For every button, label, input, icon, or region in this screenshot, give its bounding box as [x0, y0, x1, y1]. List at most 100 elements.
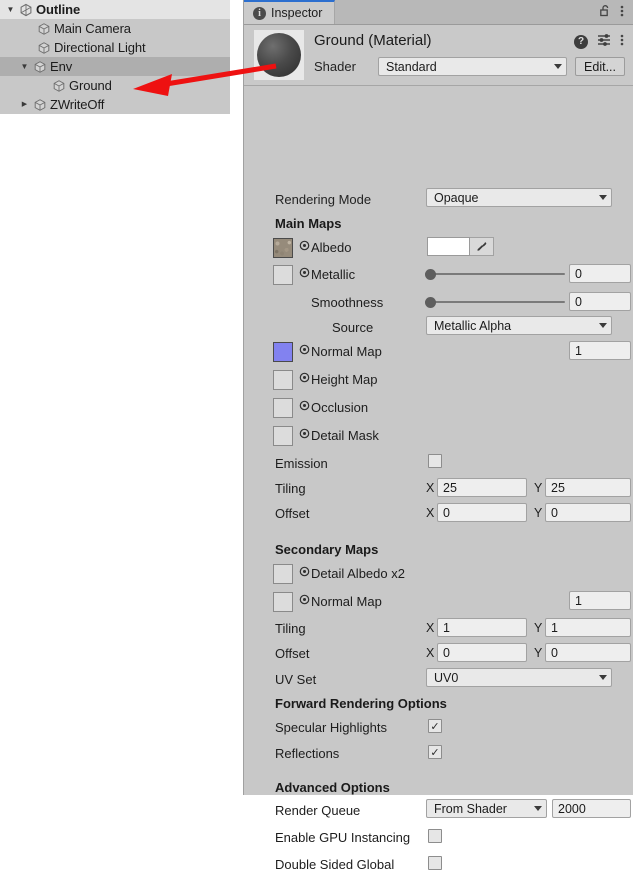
chevron-down-icon: [534, 806, 542, 811]
render-queue-value-field[interactable]: 2000: [552, 799, 631, 818]
collapse-arrow-icon[interactable]: ▶: [18, 101, 31, 108]
tree-row-label: ZWriteOff: [50, 97, 105, 112]
secondary-tiling-x-value: 1: [443, 620, 450, 635]
tree-row-label: Main Camera: [54, 21, 131, 36]
tree-row-directional-light[interactable]: ▶ Directional Light: [0, 38, 230, 57]
expand-arrow-placeholder: ▶: [22, 44, 35, 52]
main-tiling-x-field[interactable]: 25: [437, 478, 527, 497]
double-sided-checkbox[interactable]: [428, 856, 442, 870]
target-picker-icon[interactable]: [298, 428, 310, 439]
detail-albedo-texture-slot[interactable]: [273, 564, 293, 584]
secondary-normal-map-value-field[interactable]: 1: [569, 591, 631, 610]
shader-edit-label: Edit...: [584, 59, 616, 74]
target-picker-icon[interactable]: [298, 267, 310, 278]
specular-highlights-checkbox[interactable]: ✓: [428, 719, 442, 733]
tab-inspector[interactable]: i Inspector: [244, 0, 336, 24]
albedo-color-swatch[interactable]: [427, 237, 470, 256]
detail-mask-label: Detail Mask: [311, 428, 379, 443]
main-tiling-y-field[interactable]: 25: [545, 478, 631, 497]
albedo-texture-slot[interactable]: [273, 238, 293, 258]
render-queue-mode: From Shader: [434, 801, 507, 816]
main-tiling-y-value: 25: [551, 480, 565, 495]
tree-row-label: Env: [50, 59, 73, 74]
normal-map-value-field[interactable]: 1: [569, 341, 631, 360]
shader-label: Shader: [314, 59, 356, 74]
main-offset-y-field[interactable]: 0: [545, 503, 631, 522]
double-sided-label: Double Sided Global: [275, 857, 395, 872]
slider-track: [425, 301, 565, 303]
tiling-y-letter: Y: [534, 621, 543, 635]
secondary-maps-heading: Secondary Maps: [275, 542, 379, 557]
tabbar-spacer: [335, 0, 600, 24]
secondary-offset-x-field[interactable]: 0: [437, 643, 527, 662]
source-dropdown[interactable]: Metallic Alpha: [426, 316, 612, 335]
gpu-instancing-checkbox[interactable]: [428, 829, 442, 843]
detail-mask-texture-slot[interactable]: [273, 426, 293, 446]
secondary-tiling-x-field[interactable]: 1: [437, 618, 527, 637]
normal-map-value: 1: [575, 343, 582, 358]
shader-dropdown[interactable]: Standard: [378, 57, 568, 76]
metallic-slider[interactable]: [425, 267, 565, 281]
tree-row-ground[interactable]: ▶ Ground: [0, 76, 230, 95]
help-icon[interactable]: ?: [574, 34, 588, 49]
render-queue-dropdown[interactable]: From Shader: [426, 799, 547, 818]
detail-albedo-label: Detail Albedo x2: [311, 566, 405, 581]
secondary-offset-label: Offset: [275, 646, 310, 661]
secondary-offset-y-field[interactable]: 0: [545, 643, 631, 662]
tree-row-main-camera[interactable]: ▶ Main Camera: [0, 19, 230, 38]
emission-label: Emission: [275, 456, 328, 471]
shader-edit-button[interactable]: Edit...: [575, 57, 625, 76]
reflections-label: Reflections: [275, 746, 340, 761]
height-map-label: Height Map: [311, 372, 378, 387]
target-picker-icon[interactable]: [298, 372, 310, 383]
outline-tree: ▼ Outline ▶ Main Camera ▶ Directional Li…: [0, 0, 230, 114]
secondary-normal-map-value: 1: [575, 593, 582, 608]
gameobject-cube-icon: [35, 40, 52, 56]
tree-row-label: Ground: [69, 78, 112, 93]
advanced-options-heading: Advanced Options: [275, 780, 390, 795]
metallic-texture-slot[interactable]: [273, 265, 293, 285]
tree-row-env[interactable]: ▼ Env: [0, 57, 230, 76]
target-picker-icon[interactable]: [298, 566, 310, 577]
chevron-down-icon: [599, 323, 607, 328]
smoothness-value-field[interactable]: 0: [569, 292, 631, 311]
eyedropper-icon[interactable]: [470, 237, 494, 256]
tabbar-actions: [600, 0, 633, 24]
slider-handle[interactable]: [425, 296, 436, 308]
kebab-menu-icon[interactable]: [620, 4, 624, 21]
emission-checkbox[interactable]: [428, 454, 442, 468]
tree-row-zwriteoff[interactable]: ▶ ZWriteOff: [0, 95, 230, 114]
normal-map-texture-slot[interactable]: [273, 342, 293, 362]
expand-arrow-icon[interactable]: ▼: [4, 5, 17, 14]
target-picker-icon[interactable]: [298, 594, 310, 605]
header-action-icons: ?: [574, 33, 624, 50]
material-sphere-preview: [254, 30, 304, 80]
metallic-value: 0: [575, 266, 582, 281]
gameobject-cube-icon: [31, 59, 48, 75]
expand-arrow-icon[interactable]: ▼: [18, 62, 31, 71]
occlusion-texture-slot[interactable]: [273, 398, 293, 418]
target-picker-icon[interactable]: [298, 344, 310, 355]
reflections-checkbox[interactable]: ✓: [428, 745, 442, 759]
secondary-tiling-y-field[interactable]: 1: [545, 618, 631, 637]
slider-handle[interactable]: [425, 268, 436, 280]
forward-rendering-heading: Forward Rendering Options: [275, 696, 447, 711]
lock-open-icon[interactable]: [600, 4, 611, 20]
metallic-value-field[interactable]: 0: [569, 264, 631, 283]
expand-arrow-placeholder: ▶: [22, 25, 35, 33]
rendering-mode-dropdown[interactable]: Opaque: [426, 188, 612, 207]
rendering-mode-label: Rendering Mode: [275, 192, 372, 207]
target-picker-icon[interactable]: [298, 240, 310, 251]
secondary-normal-map-texture-slot[interactable]: [273, 592, 293, 612]
height-map-texture-slot[interactable]: [273, 370, 293, 390]
preset-sliders-icon[interactable]: [597, 33, 611, 50]
secondary-offset-y-value: 0: [551, 645, 558, 660]
uv-set-value: UV0: [434, 670, 459, 685]
smoothness-slider[interactable]: [425, 295, 565, 309]
uv-set-dropdown[interactable]: UV0: [426, 668, 612, 687]
tree-row-outline[interactable]: ▼ Outline: [0, 0, 230, 19]
kebab-menu-icon[interactable]: [620, 33, 624, 50]
main-offset-x-field[interactable]: 0: [437, 503, 527, 522]
target-picker-icon[interactable]: [298, 400, 310, 411]
smoothness-label: Smoothness: [311, 295, 384, 310]
